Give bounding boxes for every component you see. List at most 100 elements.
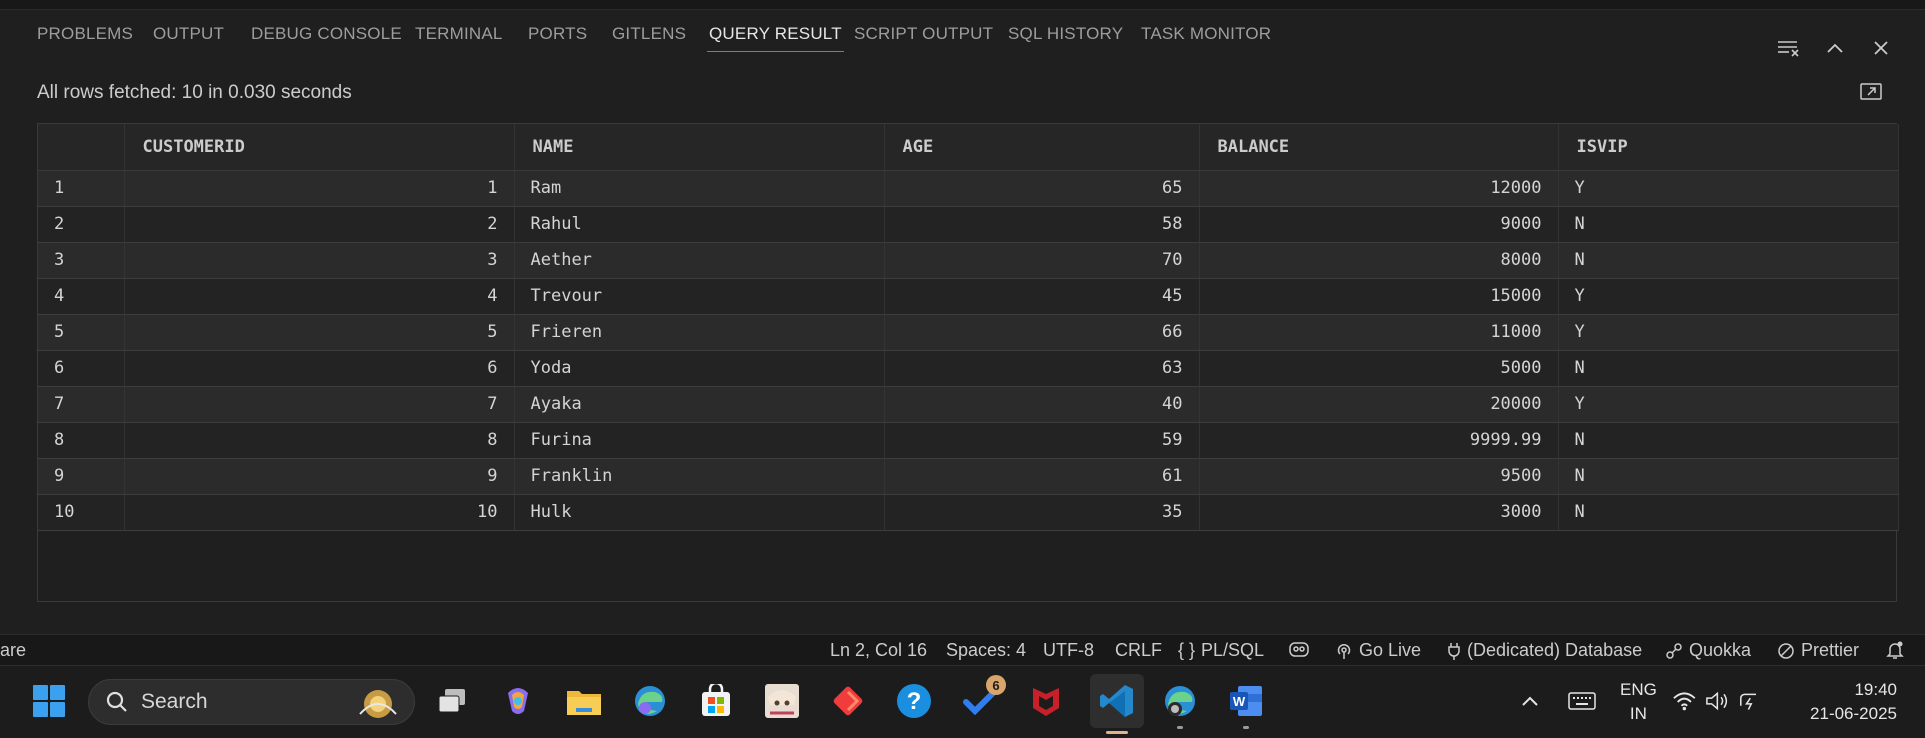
- table-row[interactable]: 5 5 Frieren 66 11000 Y: [38, 314, 1899, 351]
- tab-sql-history[interactable]: SQL HISTORY: [1008, 24, 1123, 44]
- table-row[interactable]: 2 2 Rahul 58 9000 N: [38, 206, 1899, 243]
- cell-balance[interactable]: 3000: [1199, 494, 1559, 531]
- tab-task-monitor[interactable]: TASK MONITOR: [1141, 24, 1271, 44]
- status-quokka[interactable]: Quokka: [1665, 640, 1751, 661]
- cell-name[interactable]: Trevour: [514, 278, 885, 315]
- col-header-balance[interactable]: BALANCE: [1199, 124, 1559, 171]
- cell-age[interactable]: 70: [884, 242, 1200, 279]
- cell-name[interactable]: Franklin: [514, 458, 885, 495]
- show-hidden-icons-chevron-icon[interactable]: [1508, 679, 1552, 723]
- col-header-customerid[interactable]: CUSTOMERID: [124, 124, 515, 171]
- cell-isvip[interactable]: N: [1558, 494, 1899, 531]
- cell-customerid[interactable]: 7: [124, 386, 515, 423]
- cell-balance[interactable]: 11000: [1199, 314, 1559, 351]
- notifications-bell-icon[interactable]: [1885, 640, 1905, 660]
- status-cursor-position[interactable]: Ln 2, Col 16: [830, 640, 927, 661]
- cell-customerid[interactable]: 6: [124, 350, 515, 387]
- cell-name[interactable]: Ayaka: [514, 386, 885, 423]
- cell-name[interactable]: Rahul: [514, 206, 885, 243]
- cell-isvip[interactable]: N: [1558, 458, 1899, 495]
- cell-age[interactable]: 45: [884, 278, 1200, 315]
- tab-gitlens[interactable]: GITLENS: [612, 24, 686, 44]
- status-prettier[interactable]: Prettier: [1777, 640, 1859, 661]
- col-header-rownum[interactable]: [38, 124, 125, 171]
- cell-customerid[interactable]: 4: [124, 278, 515, 315]
- cell-isvip[interactable]: Y: [1558, 314, 1899, 351]
- cell-name[interactable]: Yoda: [514, 350, 885, 387]
- taskbar-search[interactable]: Search: [88, 679, 415, 725]
- cell-name[interactable]: Ram: [514, 170, 885, 207]
- cell-balance[interactable]: 12000: [1199, 170, 1559, 207]
- cell-customerid[interactable]: 9: [124, 458, 515, 495]
- cell-name[interactable]: Furina: [514, 422, 885, 459]
- input-language[interactable]: ENG IN: [1620, 678, 1657, 726]
- col-header-age[interactable]: AGE: [884, 124, 1200, 171]
- cell-isvip[interactable]: Y: [1558, 170, 1899, 207]
- cell-age[interactable]: 61: [884, 458, 1200, 495]
- status-encoding[interactable]: UTF-8: [1043, 640, 1094, 661]
- col-header-isvip[interactable]: ISVIP: [1558, 124, 1899, 171]
- help-icon[interactable]: ?: [892, 679, 936, 723]
- cell-age[interactable]: 63: [884, 350, 1200, 387]
- git-app-icon[interactable]: [826, 679, 870, 723]
- table-row[interactable]: 1 1 Ram 65 12000 Y: [38, 170, 1899, 207]
- cell-customerid[interactable]: 1: [124, 170, 515, 207]
- tab-debug-console[interactable]: DEBUG CONSOLE: [251, 24, 402, 44]
- cell-balance[interactable]: 9000: [1199, 206, 1559, 243]
- edge-canary-icon[interactable]: [1158, 679, 1202, 729]
- cell-age[interactable]: 40: [884, 386, 1200, 423]
- clear-output-icon[interactable]: [1773, 34, 1805, 62]
- vscode-icon[interactable]: [1090, 674, 1144, 734]
- cell-customerid[interactable]: 8: [124, 422, 515, 459]
- tab-terminal[interactable]: TERMINAL: [415, 24, 503, 44]
- table-row[interactable]: 10 10 Hulk 35 3000 N: [38, 494, 1899, 531]
- close-icon[interactable]: [1865, 34, 1897, 62]
- status-go-live[interactable]: Go Live: [1335, 640, 1421, 661]
- windows-start-icon[interactable]: [27, 679, 71, 723]
- export-results-icon[interactable]: [1857, 80, 1887, 106]
- cell-age[interactable]: 66: [884, 314, 1200, 351]
- cell-balance[interactable]: 15000: [1199, 278, 1559, 315]
- cell-age[interactable]: 59: [884, 422, 1200, 459]
- cell-isvip[interactable]: N: [1558, 206, 1899, 243]
- tab-query-result[interactable]: QUERY RESULT: [707, 24, 844, 52]
- system-tray-quick-settings[interactable]: [1672, 679, 1762, 723]
- cell-customerid[interactable]: 3: [124, 242, 515, 279]
- cell-age[interactable]: 58: [884, 206, 1200, 243]
- col-header-name[interactable]: NAME: [514, 124, 885, 171]
- cell-isvip[interactable]: N: [1558, 422, 1899, 459]
- word-icon[interactable]: W: [1224, 679, 1268, 729]
- table-row[interactable]: 6 6 Yoda 63 5000 N: [38, 350, 1899, 387]
- cell-customerid[interactable]: 2: [124, 206, 515, 243]
- table-row[interactable]: 3 3 Aether 70 8000 N: [38, 242, 1899, 279]
- cell-age[interactable]: 35: [884, 494, 1200, 531]
- task-view-icon[interactable]: [430, 679, 474, 723]
- mcafee-icon[interactable]: [1024, 679, 1068, 723]
- status-language[interactable]: { } PL/SQL: [1178, 640, 1264, 661]
- todo-icon[interactable]: 6: [958, 675, 1006, 723]
- copilot-icon[interactable]: [1288, 640, 1310, 658]
- microsoft-store-icon[interactable]: [694, 679, 738, 723]
- copilot-app-icon[interactable]: [496, 679, 540, 723]
- tab-ports[interactable]: PORTS: [528, 24, 587, 44]
- cell-balance[interactable]: 8000: [1199, 242, 1559, 279]
- status-indentation[interactable]: Spaces: 4: [946, 640, 1026, 661]
- edge-beta-icon[interactable]: [628, 679, 672, 723]
- status-eol[interactable]: CRLF: [1115, 640, 1162, 661]
- table-row[interactable]: 7 7 Ayaka 40 20000 Y: [38, 386, 1899, 423]
- table-row[interactable]: 9 9 Franklin 61 9500 N: [38, 458, 1899, 495]
- cell-isvip[interactable]: N: [1558, 242, 1899, 279]
- cell-isvip[interactable]: N: [1558, 350, 1899, 387]
- table-row[interactable]: 4 4 Trevour 45 15000 Y: [38, 278, 1899, 315]
- table-row[interactable]: 8 8 Furina 59 9999.99 N: [38, 422, 1899, 459]
- cell-isvip[interactable]: Y: [1558, 386, 1899, 423]
- tab-script-output[interactable]: SCRIPT OUTPUT: [854, 24, 993, 44]
- clock[interactable]: 19:40 21-06-2025: [1810, 678, 1897, 726]
- cell-customerid[interactable]: 5: [124, 314, 515, 351]
- cell-name[interactable]: Aether: [514, 242, 885, 279]
- cell-age[interactable]: 65: [884, 170, 1200, 207]
- cell-name[interactable]: Frieren: [514, 314, 885, 351]
- chevron-up-icon[interactable]: [1819, 34, 1851, 62]
- file-explorer-icon[interactable]: [562, 679, 606, 723]
- cell-balance[interactable]: 9500: [1199, 458, 1559, 495]
